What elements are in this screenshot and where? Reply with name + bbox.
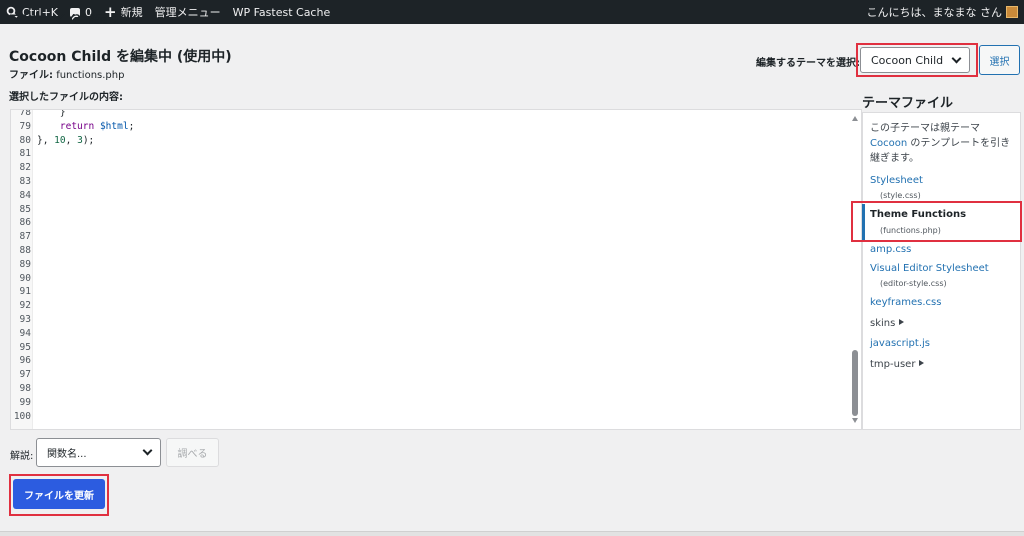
file-link-javascript-js[interactable]: javascript.js [870,338,930,349]
code-text: return $html; [59,120,135,132]
file-link-stylesheet[interactable]: Stylesheet [870,175,923,186]
admin-bar: Ctrl+K 0 + 新規 管理メニュー WP Fastest Cache こん… [0,0,1024,24]
chevron-down-icon [142,445,153,456]
line-number: 86 [19,217,31,229]
admin-menu-link[interactable]: 管理メニュー [149,0,227,24]
scroll-thumb[interactable] [852,350,858,416]
editor-scrollbar[interactable] [849,110,861,429]
line-number: 99 [19,396,31,408]
file-label: ファイル: [9,70,53,81]
note-text-1: この子テーマは親テーマ [870,123,980,134]
code-text: } [37,109,66,118]
line-number: 94 [19,327,31,339]
line-number: 93 [19,314,31,325]
line-number: 98 [19,383,31,394]
line-number: 96 [19,355,31,367]
highlight-box-update-button [9,474,109,516]
function-select-value: 関数名... [47,449,87,460]
file-link-keyframes-css[interactable]: keyframes.css [870,297,941,308]
expand-arrow-icon [899,319,905,325]
select-theme-button[interactable]: 選択 [979,45,1020,75]
cache-plugin-label: WP Fastest Cache [232,5,331,19]
code-editor[interactable]: 78 } 79 return $html; 80 }, 10, 3); 81 82 83 84… [10,109,862,430]
highlight-box-theme-functions [851,201,1022,242]
page-heading: テーマを編集 [8,14,128,24]
account-menu[interactable]: こんにちは、まなまな さん [867,4,1024,20]
greeting: こんにちは、まなまな さん [866,6,1003,19]
documentation-label: 解説: [10,451,34,462]
highlight-box-theme-select [856,43,978,77]
folder-tmp-user-label: tmp-user [870,359,916,370]
lookup-button[interactable]: 調べる [166,438,219,467]
child-theme-note: この子テーマは親テーマ Cocoon のテンプレートを引き継ぎます。 [870,121,1012,166]
file-sub-stylesheet: (style.css) [880,191,921,200]
line-number: 81 [19,148,31,160]
line-number: 85 [19,203,31,215]
scroll-down-arrow-icon[interactable] [852,418,858,423]
page-bottom-edge [0,531,1024,536]
line-number: 83 [19,176,31,187]
line-number: 92 [19,300,31,312]
scroll-up-arrow-icon[interactable] [852,116,858,121]
line-number: 79 [19,120,31,132]
current-file: ファイル: functions.php [9,66,124,81]
folder-tmp-user[interactable]: tmp-user [870,359,925,370]
expand-arrow-icon [919,360,925,366]
code-text: }, 10, 3); [37,134,95,146]
theme-title: Cocoon Child を編集中 (使用中) [9,49,232,65]
line-number: 97 [19,369,31,381]
avatar [1006,6,1018,18]
file-name: functions.php [56,70,125,81]
file-link-editor-stylesheet[interactable]: Visual Editor Stylesheet [870,263,989,274]
theme-files-heading: テーマファイル [862,96,954,111]
folder-skins-label: skins [870,318,896,329]
line-number: 91 [19,286,31,298]
line-number: 87 [19,231,31,243]
function-name-select[interactable]: 関数名... [36,438,161,467]
folder-skins[interactable]: skins [870,318,905,329]
theme-select-label: 編集するテーマを選択: [756,58,860,69]
line-number: 95 [19,341,31,353]
content-label: 選択したファイルの内容: [9,92,123,103]
line-number: 100 [13,410,31,422]
line-number: 82 [19,162,31,174]
admin-menu-label: 管理メニュー [154,6,221,19]
line-number: 80 [19,134,31,146]
file-link-amp-css[interactable]: amp.css [870,244,911,255]
line-number: 88 [19,245,31,256]
cache-plugin-menu[interactable]: WP Fastest Cache [227,0,337,24]
line-number: 90 [19,272,31,284]
parent-theme-link[interactable]: Cocoon [870,138,907,149]
line-number: 84 [19,189,31,201]
file-sub-editor-stylesheet: (editor-style.css) [880,279,947,288]
line-number: 78 [19,109,31,118]
line-number: 89 [19,258,31,270]
